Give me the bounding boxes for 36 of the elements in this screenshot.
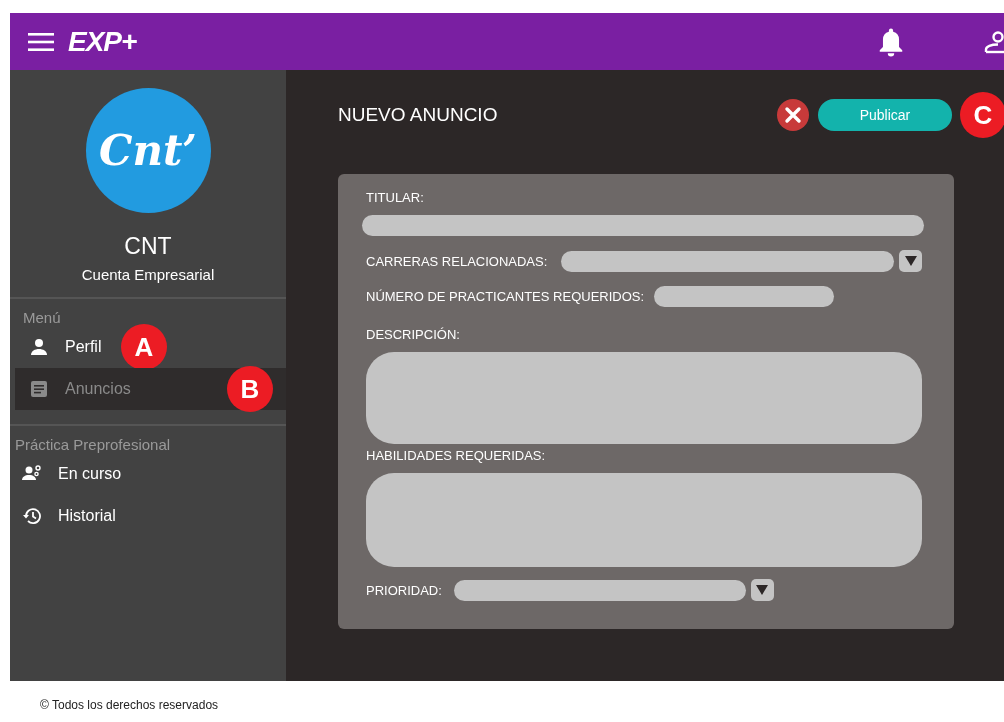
caret-icon [904, 256, 917, 266]
section-title: Menú [22, 308, 62, 326]
dropdown-field[interactable] [561, 250, 894, 272]
dropdown-button[interactable] [899, 250, 922, 272]
page-title: NUEVO ANUNCIO [338, 104, 498, 126]
person-icon [29, 337, 49, 357]
input-field[interactable] [366, 352, 922, 444]
section-title: Práctica Preprofesional [14, 435, 172, 453]
nav-item[interactable]: Anuncios B [15, 368, 286, 410]
field-label: TITULAR: [366, 190, 425, 205]
input-field[interactable] [362, 215, 924, 236]
app-title: EXP+ [68, 25, 137, 58]
input-field[interactable] [654, 286, 835, 307]
document-icon [29, 379, 49, 399]
footer-text: © Todos los derechos reservados [40, 698, 220, 712]
field-label: DESCRIPCIÓN: [366, 327, 461, 342]
dropdown-button[interactable] [750, 579, 774, 601]
close-icon[interactable] [777, 99, 809, 131]
field-label: HABILIDADES REQUERIDAS: [366, 448, 547, 463]
menu-icon[interactable] [28, 31, 54, 52]
dropdown-field[interactable] [453, 579, 746, 601]
annotation-marker: A [121, 324, 167, 370]
field-label: PRIORIDAD: [366, 582, 442, 598]
nav-item[interactable]: Historial [10, 495, 286, 537]
input-field[interactable] [366, 473, 922, 567]
field-label: NÚMERO DE PRACTICANTES REQUERIDOS: [366, 289, 645, 304]
field-label: CARRERAS RELACIONADAS: [366, 253, 548, 269]
user-icon[interactable] [984, 28, 1004, 55]
bell-icon[interactable] [878, 26, 904, 57]
company-name: CNT [123, 233, 173, 260]
caret-icon [756, 585, 769, 595]
nav-item[interactable]: En curso [10, 453, 286, 495]
company-logo: Cnt’ [85, 88, 211, 213]
annotation-marker: B [227, 366, 273, 412]
history-icon [22, 506, 42, 526]
annotation-marker: C [960, 92, 1004, 138]
